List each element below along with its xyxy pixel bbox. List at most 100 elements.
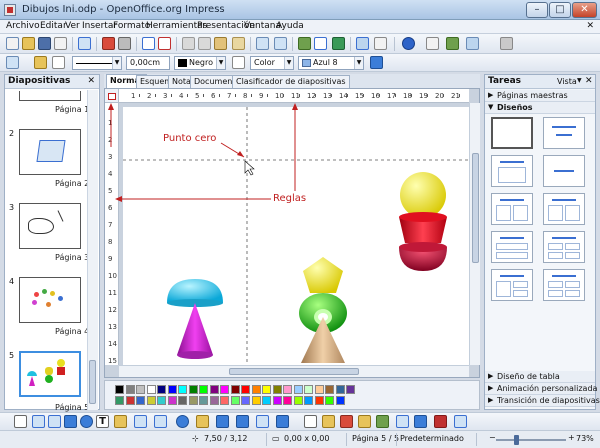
- color-swatch[interactable]: [241, 385, 250, 394]
- color-swatch[interactable]: [199, 396, 208, 405]
- color-swatch[interactable]: [230, 385, 240, 394]
- layout-title-2col-b[interactable]: [543, 193, 585, 225]
- menu-archivo[interactable]: Archivo: [6, 21, 40, 31]
- fill-type-select[interactable]: Color ▼: [250, 56, 294, 70]
- from-file-icon[interactable]: [358, 415, 371, 428]
- color-swatch[interactable]: [209, 396, 219, 405]
- display-grid-icon[interactable]: [332, 37, 345, 50]
- section-diseno-de-tabla[interactable]: ▶ Diseño de tabla: [485, 371, 595, 383]
- section-paginas-maestras[interactable]: ▶ Páginas maestras: [485, 90, 595, 102]
- color-swatch[interactable]: [325, 385, 334, 394]
- table-icon[interactable]: [314, 37, 327, 50]
- ellipse-tool-icon[interactable]: [80, 415, 93, 428]
- symbol-shapes-icon[interactable]: [196, 415, 209, 428]
- redo-icon[interactable]: [274, 37, 287, 50]
- color-swatch[interactable]: [146, 396, 156, 405]
- color-swatch[interactable]: [220, 396, 229, 405]
- slides-scrollbar[interactable]: [87, 90, 98, 410]
- edit-file-icon[interactable]: [78, 37, 91, 50]
- color-swatch[interactable]: [283, 385, 292, 394]
- zoom-level[interactable]: 73%: [576, 434, 594, 443]
- line-arrow-tool-icon[interactable]: [48, 415, 61, 428]
- color-swatch[interactable]: [178, 396, 187, 405]
- menu-ayuda[interactable]: Ayuda: [276, 21, 304, 31]
- close-slides-panel-icon[interactable]: ✕: [87, 76, 95, 86]
- slide-layout-icon[interactable]: [446, 37, 459, 50]
- slide-design-icon[interactable]: [466, 37, 479, 50]
- color-swatch[interactable]: [325, 396, 334, 405]
- color-swatch[interactable]: [272, 385, 282, 394]
- editor-vertical-scrollbar[interactable]: [469, 103, 480, 365]
- color-swatch[interactable]: [241, 396, 250, 405]
- menu-editar[interactable]: Editar: [40, 21, 67, 31]
- color-swatch[interactable]: [125, 396, 135, 405]
- color-swatch[interactable]: [304, 396, 313, 405]
- line-color-select[interactable]: Negro ▼: [174, 56, 226, 70]
- line-style-select[interactable]: ▼: [72, 56, 122, 70]
- color-swatch[interactable]: [146, 385, 156, 394]
- layout-title-row[interactable]: [491, 231, 533, 263]
- color-swatch[interactable]: [293, 385, 303, 394]
- maximize-button[interactable]: □: [549, 2, 571, 18]
- cut-icon[interactable]: [182, 37, 195, 50]
- lines-arrows-tool-icon[interactable]: [154, 415, 167, 428]
- color-swatch[interactable]: [136, 385, 145, 394]
- color-swatch[interactable]: [209, 385, 219, 394]
- color-swatch[interactable]: [199, 385, 208, 394]
- color-swatch[interactable]: [262, 385, 271, 394]
- basic-shapes-icon[interactable]: [176, 415, 189, 428]
- block-arrows-icon[interactable]: [216, 415, 229, 428]
- stars-icon[interactable]: [276, 415, 289, 428]
- open-folder-icon[interactable]: [22, 37, 35, 50]
- help-icon[interactable]: [402, 37, 415, 50]
- color-swatch[interactable]: [335, 385, 345, 394]
- line-tool-icon[interactable]: [32, 415, 45, 428]
- menu-insertar[interactable]: Insertar: [82, 21, 117, 31]
- arrange-icon[interactable]: [434, 415, 447, 428]
- new-document-icon[interactable]: [6, 37, 19, 50]
- zoom-slider[interactable]: [496, 439, 566, 441]
- color-swatch[interactable]: [178, 385, 187, 394]
- color-swatch[interactable]: [125, 385, 135, 394]
- color-swatch[interactable]: [293, 396, 303, 405]
- email-icon[interactable]: [54, 37, 67, 50]
- color-swatch[interactable]: [314, 396, 324, 405]
- rectangle-tool-icon[interactable]: [64, 415, 77, 428]
- styles-icon[interactable]: [6, 56, 19, 69]
- rotate-icon[interactable]: [396, 415, 409, 428]
- close-task-panel-icon[interactable]: ✕: [585, 76, 593, 86]
- layout-title-2row[interactable]: [491, 269, 533, 301]
- zoom-out-icon[interactable]: −: [489, 433, 496, 442]
- save-icon[interactable]: [38, 37, 51, 50]
- line-icon[interactable]: [34, 56, 47, 69]
- color-swatch[interactable]: [335, 396, 345, 405]
- copy-icon[interactable]: [198, 37, 211, 50]
- line-width-input[interactable]: 0,00cm: [126, 56, 170, 70]
- text-tool-icon[interactable]: T: [96, 415, 109, 428]
- editor-horizontal-scrollbar[interactable]: [119, 365, 469, 377]
- task-view-menu[interactable]: Vista: [557, 77, 577, 86]
- color-swatch[interactable]: [188, 385, 198, 394]
- section-animacion-personalizada[interactable]: ▶ Animación personalizada: [485, 383, 597, 395]
- presentation-icon[interactable]: [426, 37, 439, 50]
- color-swatch[interactable]: [283, 396, 292, 405]
- menu-ver[interactable]: Ver: [65, 21, 80, 31]
- master-style[interactable]: Predeterminado: [400, 434, 464, 443]
- spellcheck-icon[interactable]: [142, 37, 155, 50]
- layout-title[interactable]: [543, 117, 585, 149]
- view-dropdown-icon[interactable]: ▼: [577, 77, 582, 84]
- section-transicion-de-diapositivas[interactable]: ▶ Transición de diapositivas: [485, 395, 600, 407]
- callouts-icon[interactable]: [256, 415, 269, 428]
- undo-icon[interactable]: [256, 37, 269, 50]
- gallery-icon[interactable]: [374, 37, 387, 50]
- color-swatch[interactable]: [251, 396, 261, 405]
- horizontal-scroll-thumb[interactable]: [229, 368, 359, 375]
- zoom-slider-handle[interactable]: [514, 435, 519, 445]
- color-swatch[interactable]: [136, 396, 145, 405]
- close-document-icon[interactable]: ✕: [586, 21, 594, 31]
- color-swatch[interactable]: [262, 396, 271, 405]
- color-swatch[interactable]: [115, 385, 124, 394]
- color-swatch[interactable]: [188, 396, 198, 405]
- color-swatch[interactable]: [346, 385, 355, 394]
- menu-formato[interactable]: Formato: [113, 21, 150, 31]
